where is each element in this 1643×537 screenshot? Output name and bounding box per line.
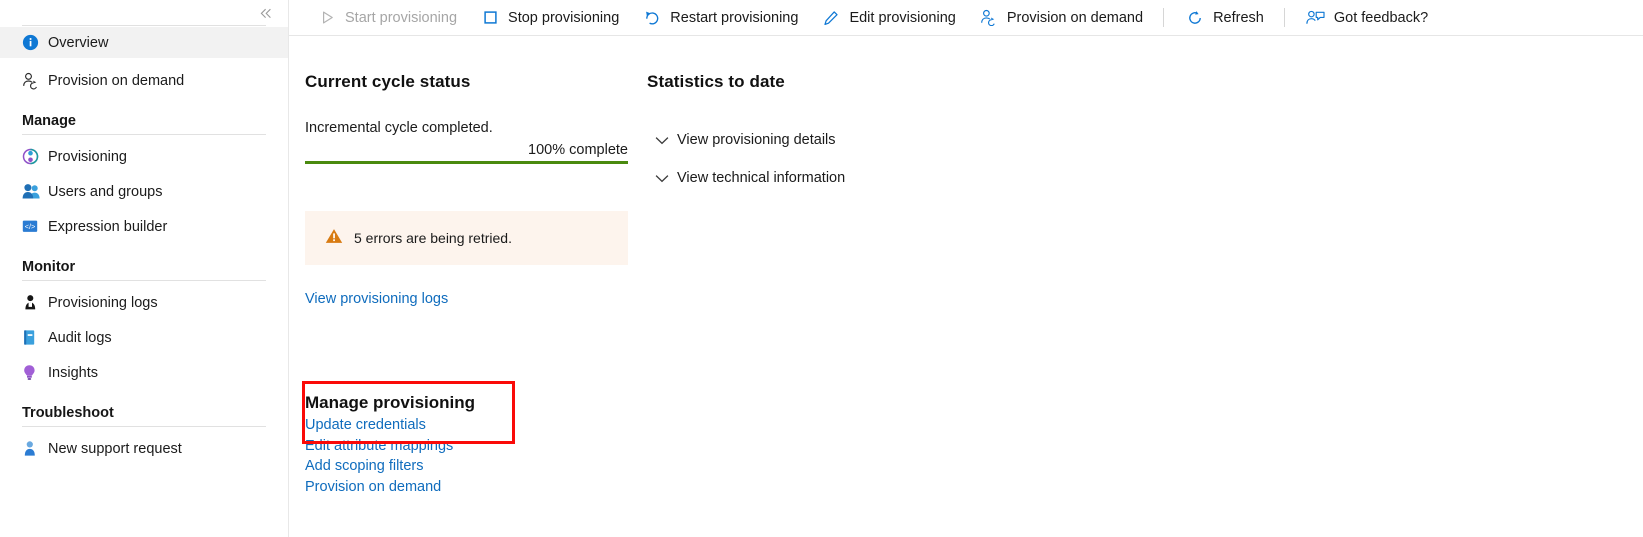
progress-track [305, 161, 628, 164]
manage-provisioning-section: Manage provisioning Update credentials E… [302, 381, 645, 498]
sidebar-item-insights[interactable]: Insights [0, 357, 288, 388]
progress-fill [305, 161, 628, 164]
errors-warning-banner: 5 errors are being retried. [305, 211, 628, 265]
person-sync-icon [978, 9, 1000, 27]
warning-text: 5 errors are being retried. [354, 230, 512, 246]
refresh-button[interactable]: Refresh [1173, 2, 1275, 34]
got-feedback-button[interactable]: Got feedback? [1294, 2, 1439, 34]
restart-arrow-icon [641, 9, 663, 27]
toolbar-button-label: Edit provisioning [849, 9, 956, 26]
update-credentials-link[interactable]: Update credentials [305, 415, 645, 436]
sidebar-item-label: Insights [48, 364, 98, 381]
svg-text:</>: </> [25, 222, 36, 231]
sidebar-item-label: New support request [48, 440, 182, 457]
sidebar-item-label: Provision on demand [48, 72, 185, 89]
play-triangle-icon [316, 9, 338, 27]
sidebar: Overview Provision on demand Manage Prov… [0, 0, 289, 537]
toolbar-button-label: Restart provisioning [670, 9, 799, 26]
view-provisioning-details-expander[interactable]: View provisioning details [647, 126, 1067, 154]
sidebar-item-provisioning[interactable]: Provisioning [0, 141, 288, 172]
manage-provisioning-title: Manage provisioning [305, 393, 476, 412]
sidebar-group-title-manage: Manage [22, 113, 76, 129]
stop-provisioning-button[interactable]: Stop provisioning [468, 2, 630, 34]
sidebar-item-label: Users and groups [48, 183, 163, 200]
toolbar-button-label: Provision on demand [1006, 9, 1144, 26]
sidebar-item-label: Overview [48, 34, 109, 51]
sidebar-divider [22, 426, 266, 427]
restart-provisioning-button[interactable]: Restart provisioning [630, 2, 809, 34]
chevron-down-icon [647, 135, 677, 146]
provision-on-demand-link[interactable]: Provision on demand [305, 477, 645, 498]
expander-label: View provisioning details [677, 132, 836, 148]
book-icon [22, 329, 48, 347]
warning-triangle-icon [325, 228, 343, 249]
current-cycle-status-title: Current cycle status [305, 72, 471, 91]
add-scoping-filters-link[interactable]: Add scoping filters [305, 456, 645, 477]
statistics-expanders: View provisioning details View technical… [647, 126, 1067, 192]
view-technical-information-expander[interactable]: View technical information [647, 164, 1067, 192]
sidebar-group-title-monitor: Monitor [22, 259, 76, 275]
sidebar-item-provision-on-demand[interactable]: Provision on demand [0, 65, 288, 96]
support-person-icon [22, 440, 48, 458]
toolbar-separator [1283, 8, 1285, 27]
cycle-status-text: Incremental cycle completed. [305, 120, 493, 136]
users-group-icon [22, 183, 48, 201]
sidebar-item-label: Provisioning [48, 148, 127, 165]
code-brackets-icon: </> [22, 218, 48, 236]
sidebar-item-users-and-groups[interactable]: Users and groups [0, 176, 288, 207]
feedback-person-icon [1305, 9, 1327, 27]
collapse-sidebar-button[interactable] [254, 2, 278, 24]
toolbar-button-label: Stop provisioning [508, 9, 620, 26]
info-circle-icon [22, 34, 48, 52]
expander-label: View technical information [677, 170, 846, 186]
toolbar-button-label: Start provisioning [345, 9, 458, 26]
start-provisioning-button[interactable]: Start provisioning [305, 2, 468, 34]
sidebar-divider [22, 134, 266, 135]
edit-attribute-mappings-link[interactable]: Edit attribute mappings [305, 436, 645, 457]
sidebar-divider-top [22, 25, 266, 26]
statistics-column: Statistics to date View provisioning det… [647, 36, 1067, 192]
refresh-circle-icon [1184, 9, 1206, 27]
sidebar-divider [22, 280, 266, 281]
sidebar-group-title-troubleshoot: Troubleshoot [22, 405, 114, 421]
current-cycle-column: Current cycle status Incremental cycle c… [302, 36, 645, 495]
lightbulb-icon [22, 364, 48, 382]
sidebar-item-label: Audit logs [48, 329, 112, 346]
statistics-to-date-title: Statistics to date [647, 72, 785, 91]
edit-provisioning-button[interactable]: Edit provisioning [809, 2, 966, 34]
stop-square-icon [479, 9, 501, 27]
toolbar-button-label: Refresh [1213, 9, 1264, 26]
sidebar-item-new-support-request[interactable]: New support request [0, 433, 288, 464]
provision-on-demand-button[interactable]: Provision on demand [967, 2, 1154, 34]
provisioning-icon [22, 148, 48, 166]
chevron-double-left-icon [260, 8, 271, 18]
sidebar-item-expression-builder[interactable]: </> Expression builder [0, 211, 288, 242]
chevron-down-icon [647, 173, 677, 184]
cycle-progress: 100% complete [305, 142, 628, 164]
main-content: Current cycle status Incremental cycle c… [289, 36, 1643, 537]
view-provisioning-logs-link[interactable]: View provisioning logs [305, 291, 448, 307]
sidebar-item-overview[interactable]: Overview [0, 27, 288, 58]
sidebar-item-label: Expression builder [48, 218, 168, 235]
sidebar-item-provisioning-logs[interactable]: Provisioning logs [0, 287, 288, 318]
toolbar-separator [1163, 8, 1165, 27]
sidebar-item-label: Provisioning logs [48, 294, 158, 311]
sidebar-item-audit-logs[interactable]: Audit logs [0, 322, 288, 353]
person-sync-icon [22, 72, 48, 90]
command-toolbar: Start provisioning Stop provisioning Res… [289, 0, 1643, 36]
progress-percent-label: 100% complete [528, 142, 628, 158]
person-logs-icon [22, 294, 48, 312]
toolbar-button-label: Got feedback? [1333, 9, 1429, 26]
pencil-icon [820, 9, 842, 27]
